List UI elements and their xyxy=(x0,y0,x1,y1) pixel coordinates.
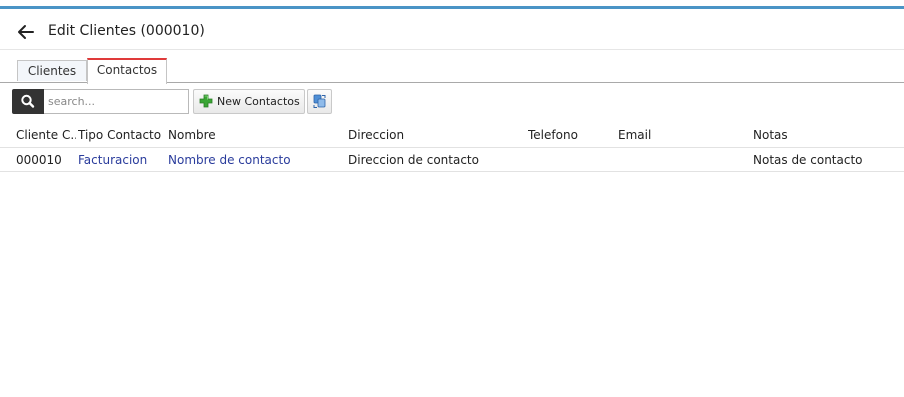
back-button[interactable] xyxy=(16,22,36,42)
tab-strip: Clientes Contactos xyxy=(0,57,904,84)
column-header-direccion[interactable]: Direccion xyxy=(348,128,524,142)
new-contactos-label: New Contactos xyxy=(217,95,300,108)
cell-tipo-contacto-link[interactable]: Facturacion xyxy=(78,153,164,167)
cell-direccion: Direccion de contacto xyxy=(348,153,479,167)
grid-header-row: Cliente C... Tipo Contacto Nombre Direcc… xyxy=(0,124,904,148)
column-header-email[interactable]: Email xyxy=(618,128,748,142)
column-header-tipo-contacto[interactable]: Tipo Contacto xyxy=(78,128,164,142)
search-button[interactable] xyxy=(12,89,44,114)
cell-cliente: 000010 xyxy=(16,153,62,167)
table-row[interactable]: 000010 Facturacion Nombre de contacto Di… xyxy=(0,148,904,172)
search-icon xyxy=(21,94,35,108)
refresh-icon xyxy=(313,94,326,108)
arrow-left-icon xyxy=(18,25,34,39)
column-header-cliente[interactable]: Cliente C... xyxy=(16,128,76,142)
new-contactos-button[interactable]: New Contactos xyxy=(193,89,305,114)
column-header-telefono[interactable]: Telefono xyxy=(528,128,614,142)
panel-header: Edit Clientes (000010) xyxy=(0,9,904,50)
edit-panel: Edit Clientes (000010) Clientes Contacto… xyxy=(0,9,904,397)
refresh-button[interactable] xyxy=(307,89,332,114)
search-input[interactable] xyxy=(44,89,189,114)
tab-clientes[interactable]: Clientes xyxy=(17,60,87,81)
cell-nombre-link[interactable]: Nombre de contacto xyxy=(168,153,344,167)
column-header-nombre[interactable]: Nombre xyxy=(168,128,344,142)
window-top-strip xyxy=(0,0,904,9)
page-title: Edit Clientes (000010) xyxy=(48,23,205,39)
cell-notas: Notas de contacto xyxy=(753,153,863,167)
contactos-grid: Cliente C... Tipo Contacto Nombre Direcc… xyxy=(0,124,904,172)
tab-contactos[interactable]: Contactos xyxy=(87,58,167,84)
column-header-notas[interactable]: Notas xyxy=(753,128,903,142)
plus-icon xyxy=(199,94,213,108)
grid-toolbar: New Contactos xyxy=(0,89,904,115)
